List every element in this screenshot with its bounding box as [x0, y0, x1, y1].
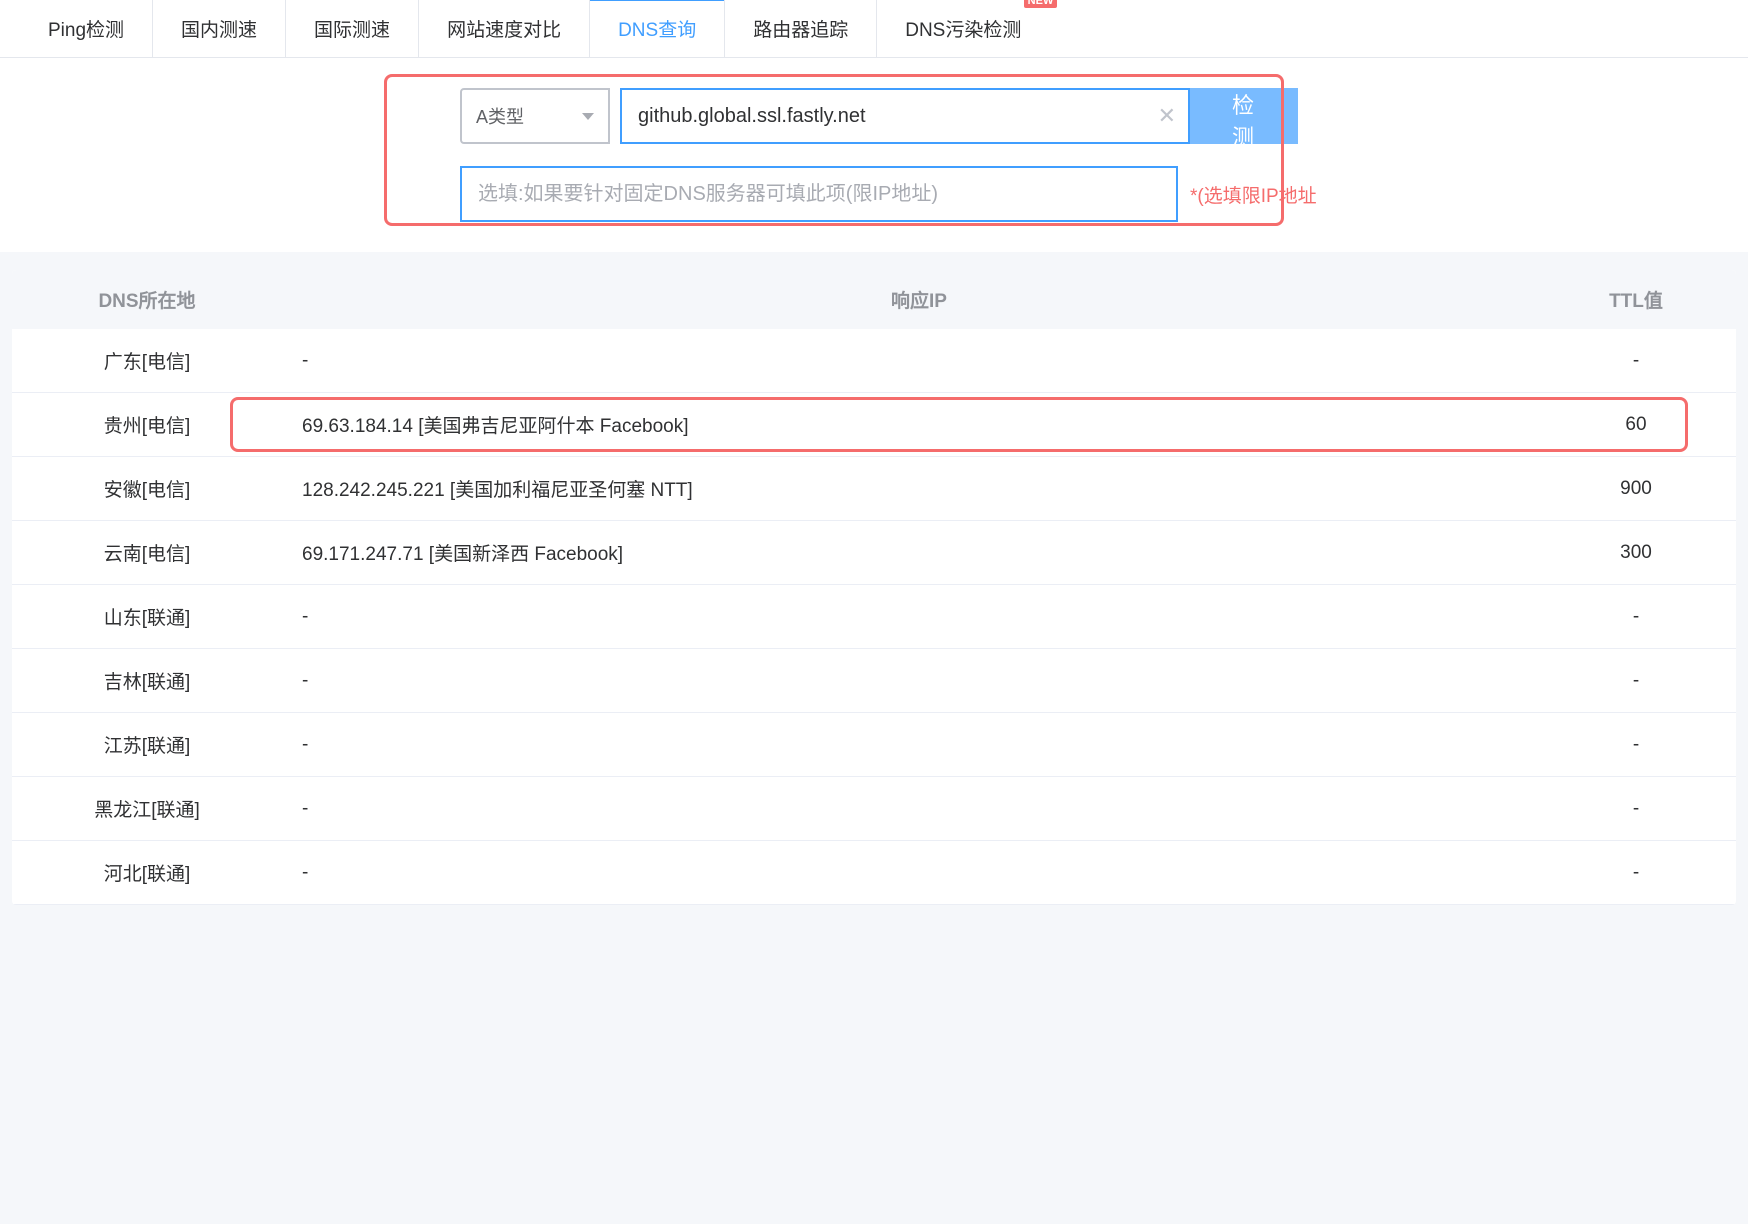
- tab-label: 国内测速: [181, 15, 257, 42]
- table-row: 江苏[联通]--: [12, 713, 1736, 777]
- cell-ip: -: [282, 734, 1536, 756]
- table-row: 贵州[电信]69.63.184.14 [美国弗吉尼亚阿什本 Facebook]6…: [12, 393, 1736, 457]
- cell-ttl: -: [1536, 670, 1736, 692]
- tab-6[interactable]: DNS污染检测NEW: [877, 0, 1049, 57]
- table-row: 安徽[电信]128.242.245.221 [美国加利福尼亚圣何塞 NTT]90…: [12, 457, 1736, 521]
- tab-label: DNS污染检测: [905, 15, 1021, 42]
- cell-location: 贵州[电信]: [12, 411, 282, 438]
- dns-hint-text: *(选填限IP地址: [1190, 181, 1317, 208]
- cell-location: 河北[联通]: [12, 859, 282, 886]
- cell-ttl: -: [1536, 606, 1736, 628]
- table-row: 云南[电信]69.171.247.71 [美国新泽西 Facebook]300: [12, 521, 1736, 585]
- close-icon[interactable]: ✕: [1158, 103, 1176, 129]
- cell-ttl: 60: [1536, 414, 1736, 436]
- cell-ttl: -: [1536, 798, 1736, 820]
- cell-ip: 69.63.184.14 [美国弗吉尼亚阿什本 Facebook]: [282, 411, 1536, 438]
- header-ip: 响应IP: [282, 286, 1536, 313]
- chevron-down-icon: [582, 113, 594, 120]
- cell-location: 山东[联通]: [12, 603, 282, 630]
- tab-label: Ping检测: [48, 15, 124, 42]
- cell-ttl: -: [1536, 734, 1736, 756]
- new-badge: NEW: [1024, 0, 1058, 8]
- cell-ip: -: [282, 670, 1536, 692]
- cell-ip: -: [282, 350, 1536, 372]
- tab-1[interactable]: 国内测速: [153, 0, 286, 57]
- cell-ttl: -: [1536, 862, 1736, 884]
- table-row: 广东[电信]--: [12, 329, 1736, 393]
- tab-2[interactable]: 国际测速: [286, 0, 419, 57]
- record-type-select[interactable]: A类型: [460, 88, 610, 144]
- cell-ip: 128.242.245.221 [美国加利福尼亚圣何塞 NTT]: [282, 475, 1536, 502]
- tab-label: 国际测速: [314, 15, 390, 42]
- table-row: 山东[联通]--: [12, 585, 1736, 649]
- tab-label: 网站速度对比: [447, 15, 561, 42]
- search-panel: A类型 ✕ 检 测 *(选填限IP地址: [0, 58, 1748, 252]
- header-ttl: TTL值: [1536, 286, 1736, 313]
- dns-server-input[interactable]: [460, 166, 1178, 222]
- search-button[interactable]: 检 测: [1188, 88, 1298, 144]
- cell-location: 云南[电信]: [12, 539, 282, 566]
- table-row: 河北[联通]--: [12, 841, 1736, 905]
- domain-input[interactable]: [620, 88, 1190, 144]
- cell-location: 广东[电信]: [12, 347, 282, 374]
- cell-ttl: 300: [1536, 542, 1736, 564]
- cell-ip: -: [282, 606, 1536, 628]
- table-row: 黑龙江[联通]--: [12, 777, 1736, 841]
- record-type-label: A类型: [476, 103, 524, 129]
- table-row: 吉林[联通]--: [12, 649, 1736, 713]
- results-table: DNS所在地 响应IP TTL值 广东[电信]--贵州[电信]69.63.184…: [12, 270, 1736, 905]
- header-location: DNS所在地: [12, 286, 282, 313]
- cell-ttl: 900: [1536, 478, 1736, 500]
- cell-location: 吉林[联通]: [12, 667, 282, 694]
- tab-label: 路由器追踪: [753, 15, 848, 42]
- tab-label: DNS查询: [618, 15, 696, 42]
- tab-3[interactable]: 网站速度对比: [419, 0, 590, 57]
- cell-location: 江苏[联通]: [12, 731, 282, 758]
- table-header: DNS所在地 响应IP TTL值: [12, 270, 1736, 329]
- cell-ttl: -: [1536, 350, 1736, 372]
- tab-bar: Ping检测 国内测速 国际测速 网站速度对比 DNS查询 路由器追踪 DNS污染检测NEW: [0, 0, 1748, 58]
- cell-ip: -: [282, 798, 1536, 820]
- cell-location: 安徽[电信]: [12, 475, 282, 502]
- tab-0[interactable]: Ping检测: [20, 0, 153, 57]
- cell-location: 黑龙江[联通]: [12, 795, 282, 822]
- tab-4[interactable]: DNS查询: [590, 0, 725, 57]
- cell-ip: 69.171.247.71 [美国新泽西 Facebook]: [282, 539, 1536, 566]
- cell-ip: -: [282, 862, 1536, 884]
- tab-5[interactable]: 路由器追踪: [725, 0, 877, 57]
